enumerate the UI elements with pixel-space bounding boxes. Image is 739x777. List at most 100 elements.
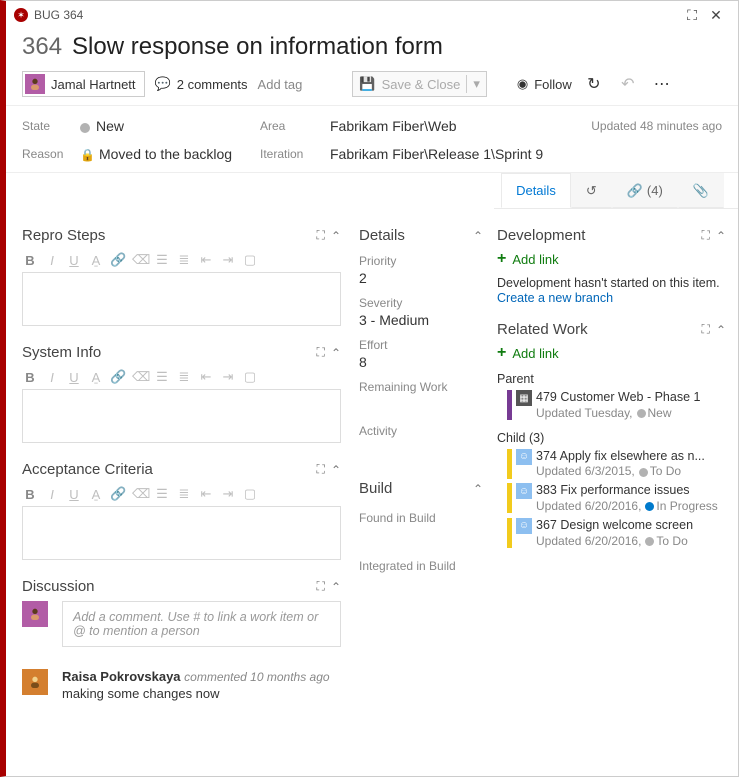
tab-details[interactable]: Details bbox=[501, 173, 571, 208]
parent-group-label: Parent bbox=[497, 372, 726, 386]
chevron-up-icon[interactable]: ⌃ bbox=[331, 580, 341, 594]
close-icon[interactable]: ✕ bbox=[704, 7, 728, 24]
expand-icon[interactable]: ⛶ bbox=[317, 462, 325, 477]
found-build-value[interactable] bbox=[359, 527, 483, 545]
remaining-value[interactable] bbox=[359, 396, 483, 414]
title-row: 364 Slow response on information form bbox=[6, 29, 738, 67]
comment-icon: 💬 bbox=[155, 76, 171, 92]
expand-icon[interactable]: ⛶ bbox=[317, 345, 325, 360]
chevron-up-icon[interactable]: ⌃ bbox=[716, 229, 726, 243]
wi-type-bar bbox=[507, 390, 512, 420]
comments-count: 2 comments bbox=[177, 77, 248, 92]
create-branch-link[interactable]: Create a new branch bbox=[497, 291, 613, 305]
follow-label: Follow bbox=[534, 77, 572, 92]
sysinfo-input[interactable] bbox=[22, 389, 341, 443]
wi-type-bar bbox=[507, 483, 512, 513]
repro-header: Repro Steps ⛶ ⌃ bbox=[22, 227, 341, 244]
acceptance-input[interactable] bbox=[22, 506, 341, 560]
severity-value[interactable]: 3 - Medium bbox=[359, 312, 483, 328]
expand-icon[interactable]: ⛶ bbox=[702, 228, 710, 243]
chevron-up-icon[interactable]: ⌃ bbox=[473, 229, 483, 243]
add-tag[interactable]: Add tag bbox=[258, 77, 303, 92]
related-item-parent[interactable]: ▦ 479 Customer Web - Phase 1 Updated Tue… bbox=[497, 390, 726, 421]
related-work-header: Related Work ⛶ ⌃ bbox=[497, 321, 726, 338]
undo-button[interactable]: ↶ bbox=[616, 72, 640, 96]
work-item-id: 364 bbox=[22, 33, 62, 61]
expand-icon[interactable]: ⛶ bbox=[317, 579, 325, 594]
rte-toolbar[interactable]: BIU A̱🔗⌫ ☰≣⇤⇥▢ bbox=[22, 252, 341, 268]
priority-value[interactable]: 2 bbox=[359, 270, 483, 286]
chevron-up-icon[interactable]: ⌃ bbox=[331, 346, 341, 360]
chevron-up-icon[interactable]: ⌃ bbox=[331, 229, 341, 243]
bold-icon: B bbox=[22, 253, 38, 268]
rte-toolbar[interactable]: BIU A̱🔗⌫☰≣⇤⇥▢ bbox=[22, 486, 341, 502]
effort-value[interactable]: 8 bbox=[359, 354, 483, 370]
meta-grid: State New Area Fabrikam Fiber\Web Update… bbox=[6, 106, 738, 173]
discussion-input[interactable]: Add a comment. Use # to link a work item… bbox=[62, 601, 341, 647]
dev-add-link[interactable]: + Add link bbox=[497, 250, 726, 268]
rel-add-link[interactable]: + Add link bbox=[497, 344, 726, 362]
tab-history[interactable]: ↺ bbox=[571, 173, 612, 208]
found-build-label: Found in Build bbox=[359, 511, 483, 525]
reason-value[interactable]: 🔒Moved to the backlog bbox=[80, 146, 260, 162]
attachment-icon: 📎 bbox=[693, 183, 709, 199]
save-close-button[interactable]: 💾 Save & Close ▾ bbox=[352, 71, 486, 97]
state-value[interactable]: New bbox=[80, 118, 260, 134]
fullscreen-icon[interactable]: ⛶ bbox=[680, 7, 704, 24]
updated-text: Updated 48 minutes ago bbox=[591, 119, 722, 133]
column-related: Development ⛶ ⌃ + Add link Development h… bbox=[491, 209, 738, 776]
follow-icon: ◉ bbox=[517, 76, 528, 92]
save-icon: 💾 bbox=[359, 76, 375, 92]
work-item-title[interactable]: Slow response on information form bbox=[72, 33, 443, 61]
history-icon: ↺ bbox=[586, 183, 597, 199]
priority-label: Priority bbox=[359, 254, 483, 268]
expand-icon[interactable]: ⛶ bbox=[317, 228, 325, 243]
font-color-icon: A̱ bbox=[88, 253, 104, 268]
comment-body: making some changes now bbox=[62, 686, 330, 701]
build-header: Build ⌃ bbox=[359, 480, 483, 497]
bug-icon: ✶ bbox=[14, 8, 28, 22]
sysinfo-header: System Info ⛶ ⌃ bbox=[22, 344, 341, 361]
work-item-window: ✶ BUG 364 ⛶ ✕ 364 Slow response on infor… bbox=[0, 0, 739, 777]
state-dot-icon bbox=[645, 502, 654, 511]
comment-meta: commented 10 months ago bbox=[184, 670, 329, 684]
comment-row: Raisa Pokrovskaya commented 10 months ag… bbox=[22, 669, 341, 701]
iteration-label: Iteration bbox=[260, 147, 330, 161]
related-item-child[interactable]: ☺374 Apply fix elsewhere as n...Updated … bbox=[497, 449, 726, 480]
expand-icon[interactable]: ⛶ bbox=[702, 322, 710, 337]
save-dropdown-caret[interactable]: ▾ bbox=[466, 75, 480, 93]
follow-button[interactable]: ◉ Follow bbox=[517, 76, 572, 92]
more-actions-button[interactable]: ⋯ bbox=[650, 72, 674, 96]
wi-type-bar bbox=[507, 449, 512, 479]
activity-label: Activity bbox=[359, 424, 483, 438]
integrated-build-label: Integrated in Build bbox=[359, 559, 483, 573]
reason-label: Reason bbox=[22, 147, 80, 161]
outdent-icon: ⇤ bbox=[198, 252, 214, 268]
rte-toolbar[interactable]: BIU A̱🔗⌫☰≣⇤⇥▢ bbox=[22, 369, 341, 385]
chevron-up-icon[interactable]: ⌃ bbox=[716, 323, 726, 337]
development-header: Development ⛶ ⌃ bbox=[497, 227, 726, 244]
chevron-up-icon[interactable]: ⌃ bbox=[331, 463, 341, 477]
related-item-child[interactable]: ☺367 Design welcome screenUpdated 6/20/2… bbox=[497, 518, 726, 549]
area-value[interactable]: Fabrikam Fiber\Web bbox=[330, 118, 591, 134]
tab-links[interactable]: 🔗(4) bbox=[612, 173, 678, 208]
plus-icon: + bbox=[497, 344, 506, 362]
activity-value[interactable] bbox=[359, 440, 483, 458]
task-avatar-icon: ☺ bbox=[516, 449, 532, 465]
related-item-child[interactable]: ☺383 Fix performance issuesUpdated 6/20/… bbox=[497, 483, 726, 514]
task-avatar-icon: ☺ bbox=[516, 518, 532, 534]
repro-input[interactable] bbox=[22, 272, 341, 326]
state-dot-icon bbox=[637, 409, 646, 418]
bullet-list-icon: ☰ bbox=[154, 252, 170, 268]
tab-attachments[interactable]: 📎 bbox=[678, 173, 724, 208]
discussion-header: Discussion ⛶ ⌃ bbox=[22, 578, 341, 595]
refresh-button[interactable]: ↻ bbox=[582, 72, 606, 96]
save-close-label: Save & Close bbox=[382, 77, 461, 92]
chevron-up-icon[interactable]: ⌃ bbox=[473, 482, 483, 496]
assignee-name: Jamal Hartnett bbox=[51, 77, 136, 92]
comments-link[interactable]: 💬 2 comments bbox=[155, 76, 248, 92]
column-main: Repro Steps ⛶ ⌃ BIU A̱🔗⌫ ☰≣⇤⇥▢ System In… bbox=[6, 209, 351, 776]
assignee-chip[interactable]: Jamal Hartnett bbox=[22, 71, 145, 97]
iteration-value[interactable]: Fabrikam Fiber\Release 1\Sprint 9 bbox=[330, 146, 722, 162]
italic-icon: I bbox=[44, 253, 60, 268]
